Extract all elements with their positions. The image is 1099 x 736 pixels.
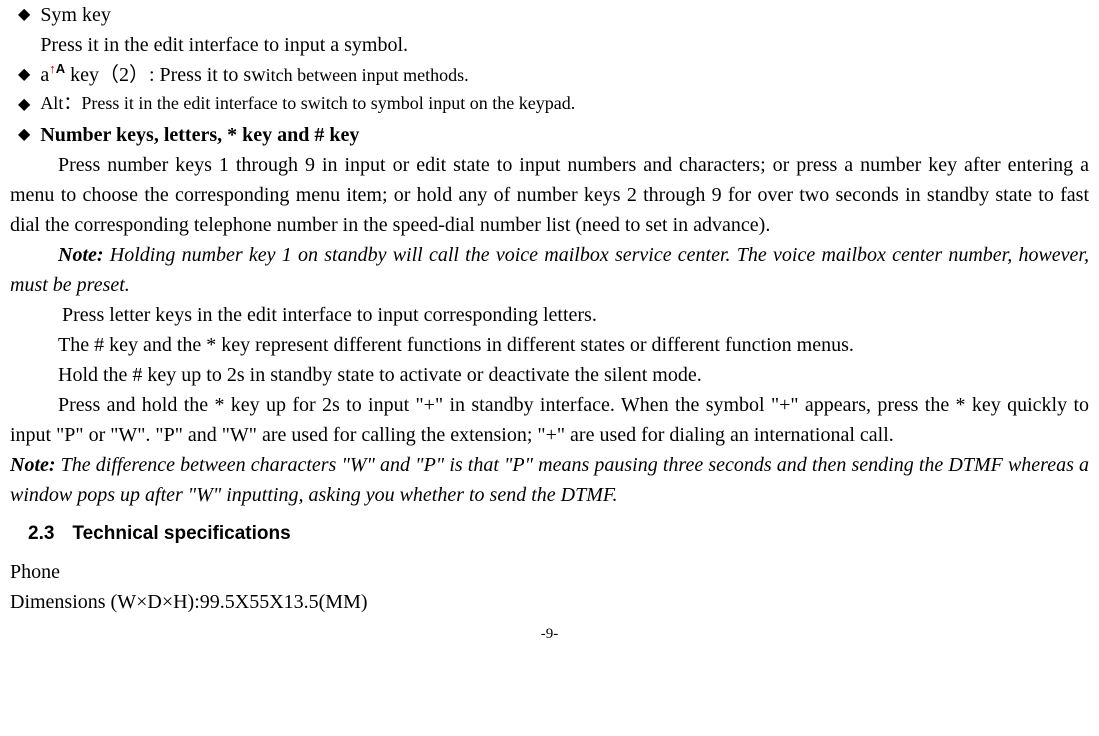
spec-phone: Phone [10,557,1089,587]
bullet-alt-key: ◆ Alt：Press it in the edit interface to … [18,90,1089,120]
spec-dimensions: Dimensions (W×D×H):99.5X55X13.5(MM) [10,587,1089,617]
bullet-sym-key: ◆ Sym key Press it in the edit interface… [18,0,1089,60]
note-2: Note: The difference between characters … [10,450,1089,510]
diamond-bullet-icon: ◆ [18,0,30,30]
sym-key-desc: Press it in the edit interface to input … [40,30,1089,60]
sym-key-title: Sym key [40,0,1089,30]
note2-label: Note: [10,454,56,476]
paragraph-hold-hash: Hold the # key up to 2s in standby state… [10,360,1089,390]
alt-desc: Press it in the edit interface to switch… [81,93,575,113]
paragraph-letterkeys: Press letter keys in the edit interface … [62,300,1089,330]
a-key-prefix: a [40,64,49,86]
bullet-a-key: ◆ a↑A key（2）: Press it to switch between… [18,60,1089,90]
section-title: Technical specifications [72,523,290,544]
section-heading: 2.3 Technical specifications [28,520,1089,549]
section-number: 2.3 [28,523,54,544]
diamond-bullet-icon: ◆ [18,120,30,150]
diamond-bullet-icon: ◆ [18,90,30,120]
paragraph-hold-star: Press and hold the * key up for 2s to in… [10,390,1089,450]
a-key-tail: itch between input methods. [266,65,469,85]
note2-text: The difference between characters "W" an… [10,454,1089,506]
number-keys-title: Number keys, letters, * key and # key [40,124,359,146]
bullet-number-keys: ◆ Number keys, letters, * key and # key [18,120,1089,150]
note-1: Note: Holding number key 1 on standby wi… [10,240,1089,300]
up-arrow-a-icon: ↑A [49,62,65,76]
note1-text: Holding number key 1 on standby will cal… [10,244,1089,296]
diamond-bullet-icon: ◆ [18,60,30,90]
a-key-suffix: key（2）: Press it to sw [65,64,266,86]
paragraph-numkeys: Press number keys 1 through 9 in input o… [10,150,1089,240]
paragraph-hashstar: The # key and the * key represent differ… [10,330,1089,360]
alt-label: Alt： [40,93,81,113]
page-number: -9- [10,623,1089,646]
note1-label: Note: [58,244,104,266]
